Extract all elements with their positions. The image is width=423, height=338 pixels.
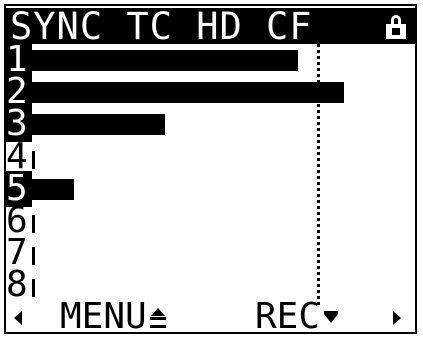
channel-row: 6 bbox=[6, 203, 411, 239]
level-meter-bar bbox=[32, 114, 165, 136]
rec-softkey[interactable]: REC bbox=[255, 299, 340, 335]
peak-marker-line bbox=[317, 44, 320, 305]
menu-softkey[interactable]: MENU bbox=[60, 299, 167, 335]
channel-row: 2 bbox=[6, 74, 411, 111]
level-meter-bar bbox=[32, 82, 344, 104]
channel-row: 5 bbox=[6, 170, 411, 207]
menu-label: MENU bbox=[60, 296, 147, 337]
lcd-screen: SYNC TC HD CF 12345678 MENU REC bbox=[0, 0, 423, 338]
channel-row: 3 bbox=[6, 106, 411, 143]
left-arrow-icon[interactable] bbox=[14, 311, 22, 325]
level-meter-empty bbox=[32, 150, 35, 169]
status-bar: SYNC TC HD CF bbox=[6, 5, 417, 48]
channel-row: 4 bbox=[6, 138, 411, 174]
up-down-icon bbox=[149, 306, 167, 330]
channel-row: 1 bbox=[6, 42, 411, 78]
softkey-bar: MENU REC bbox=[6, 299, 411, 335]
level-meter-empty bbox=[32, 279, 35, 298]
level-meter-bar bbox=[32, 178, 74, 200]
level-meter-empty bbox=[32, 247, 35, 266]
level-meter-bar bbox=[32, 50, 298, 71]
rec-label: REC bbox=[255, 296, 321, 337]
channel-row: 7 bbox=[6, 235, 411, 271]
channel-number: 8 bbox=[6, 264, 28, 306]
right-arrow-icon[interactable] bbox=[393, 311, 401, 325]
down-arrow-icon bbox=[322, 306, 340, 330]
status-text: SYNC TC HD CF bbox=[10, 5, 313, 48]
lock-icon bbox=[385, 15, 407, 39]
level-meter-empty bbox=[32, 215, 35, 233]
